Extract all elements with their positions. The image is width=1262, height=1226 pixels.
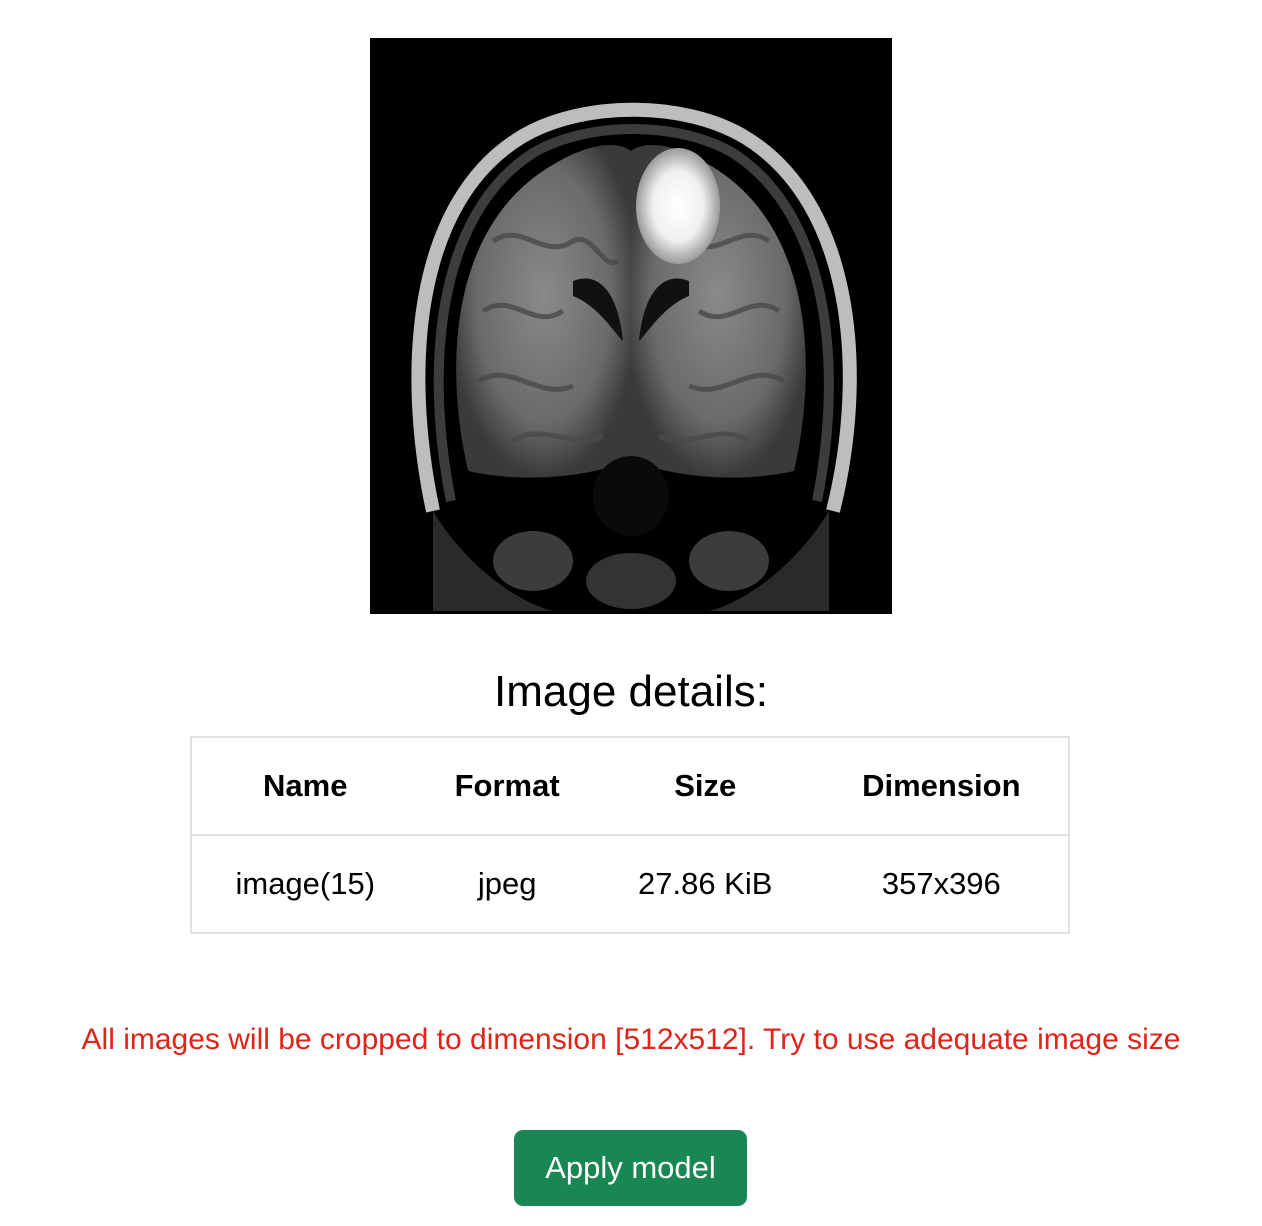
mri-image xyxy=(373,41,889,611)
column-header-size: Size xyxy=(595,737,815,836)
cell-dimension: 357x396 xyxy=(881,866,1001,901)
image-details-table: Name Format Size Dimension image(15) jpe… xyxy=(190,736,1070,934)
column-header-name: Name xyxy=(191,737,419,836)
cell-size: 27.86 KiB xyxy=(637,866,773,901)
table-row: image(15) jpeg 27.86 KiB 357x396 xyxy=(191,835,1069,933)
image-details-title: Image details: xyxy=(494,667,768,716)
column-header-format: Format xyxy=(418,737,596,836)
column-header-dimension: Dimension xyxy=(814,737,1069,836)
apply-model-button[interactable]: Apply model xyxy=(514,1130,747,1206)
cell-name: image(15) xyxy=(235,866,376,901)
image-preview xyxy=(370,38,892,614)
page: Image details: Name Format Size Dimensio… xyxy=(0,0,1262,1226)
table-header-row: Name Format Size Dimension xyxy=(191,737,1069,836)
crop-warning: All images will be cropped to dimension … xyxy=(81,1023,1181,1056)
cell-format: jpeg xyxy=(477,866,537,901)
